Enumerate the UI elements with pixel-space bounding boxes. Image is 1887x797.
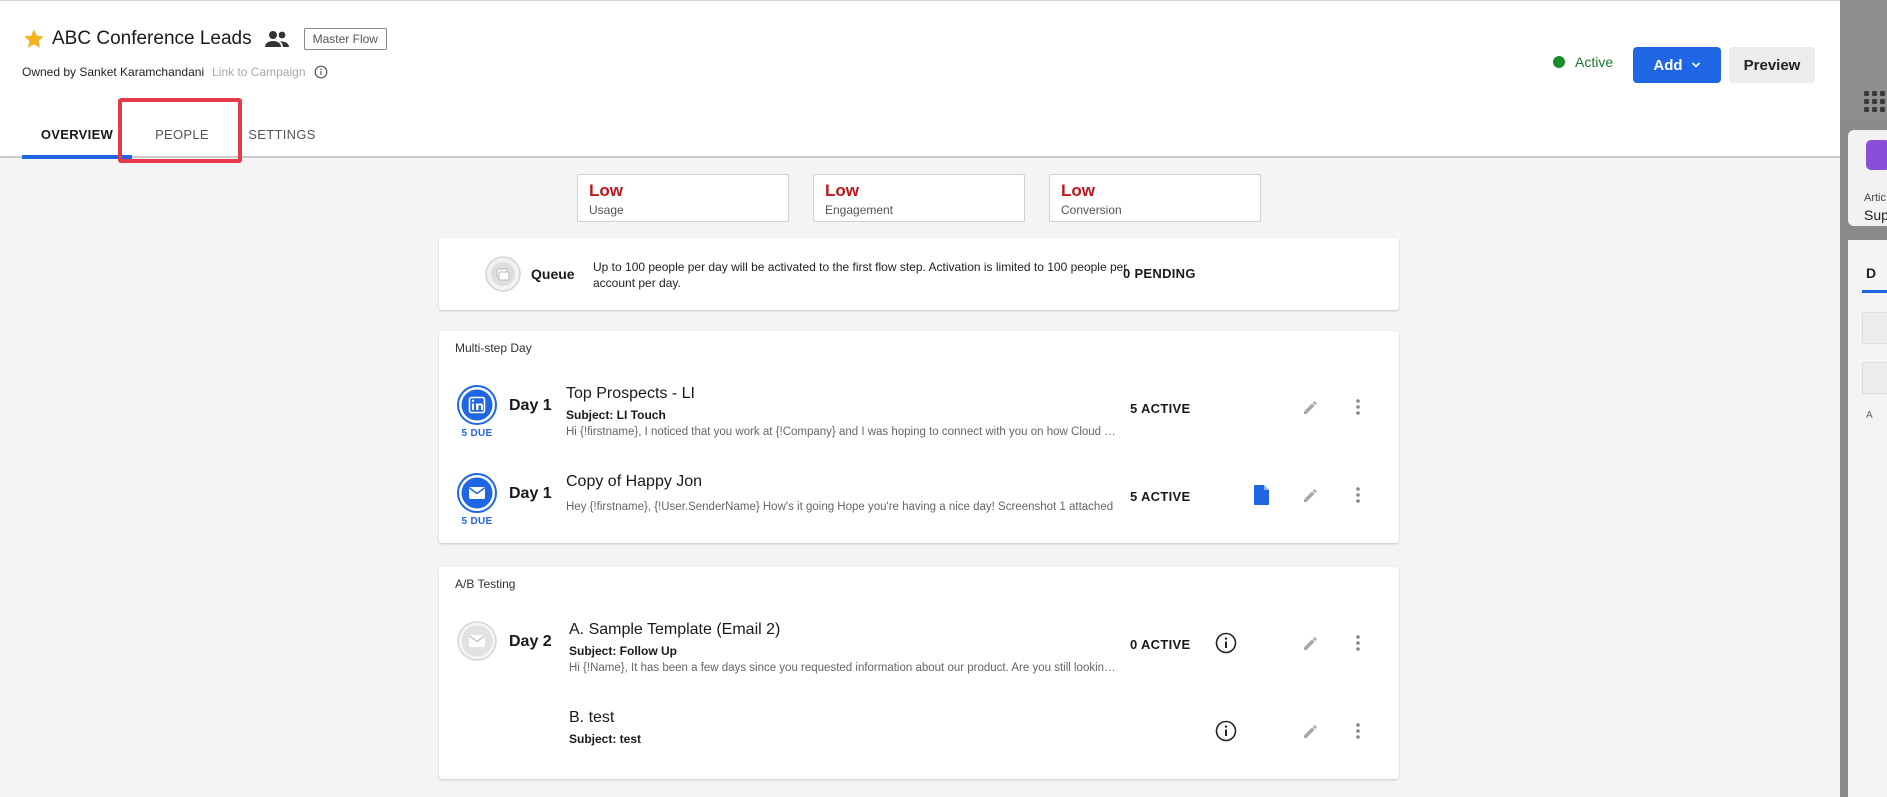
metric-label: Engagement xyxy=(825,203,894,217)
step-title[interactable]: B. test xyxy=(569,709,614,727)
info-icon[interactable] xyxy=(314,65,328,79)
step-preview: Hi {!firstname}, I noticed that you work… xyxy=(566,426,1118,438)
flow-header: ABC Conference Leads Master Flow Owned b… xyxy=(0,0,1840,159)
tab-settings[interactable]: SETTINGS xyxy=(232,119,332,159)
people-icon[interactable] xyxy=(264,29,290,49)
expand-button[interactable] xyxy=(1862,312,1887,344)
add-button[interactable]: Add xyxy=(1633,47,1721,83)
step-title[interactable]: Copy of Happy Jon xyxy=(566,473,702,491)
step-preview: Hey {!firstname}, {!User.SenderName} How… xyxy=(566,501,1114,513)
status-dot xyxy=(1553,56,1565,68)
more-vertical-icon[interactable] xyxy=(1355,485,1361,505)
title-row: ABC Conference Leads Master Flow xyxy=(22,25,387,53)
owner-row: Owned by Sanket Karamchandani Link to Ca… xyxy=(22,65,328,79)
step-subject: Subject: Follow Up xyxy=(569,644,677,658)
queue-title: Queue xyxy=(531,266,575,282)
info-icon[interactable] xyxy=(1215,632,1237,654)
step-day: Day 2 xyxy=(509,633,552,650)
pencil-icon[interactable] xyxy=(1301,721,1321,741)
step-subject: Subject: test xyxy=(569,732,642,746)
metric-engagement: Low Engagement xyxy=(813,174,1025,222)
step-subject: Subject: LI Touch xyxy=(566,408,666,422)
side-panel: Artic Sup D A xyxy=(1840,0,1887,797)
section-label: A/B Testing xyxy=(455,577,516,591)
pencil-icon[interactable] xyxy=(1301,397,1321,417)
preview-button[interactable]: Preview xyxy=(1729,47,1815,83)
document-icon[interactable] xyxy=(1253,484,1271,506)
master-flow-badge: Master Flow xyxy=(303,28,387,50)
people-tab-highlight xyxy=(118,98,242,163)
flow-step[interactable]: 5 DUE Day 1 Copy of Happy Jon Hey {!firs… xyxy=(439,463,1399,551)
flow-step[interactable]: Day 2 A. Sample Template (Email 2) Subje… xyxy=(439,611,1399,699)
info-icon[interactable] xyxy=(1215,720,1237,742)
flow-step[interactable]: B. test Subject: test xyxy=(439,699,1399,787)
step-active-count[interactable]: 5 ACTIVE xyxy=(1130,401,1190,416)
collapse-button[interactable] xyxy=(1862,362,1887,394)
queue-icon xyxy=(485,256,521,292)
step-active-count[interactable]: 0 ACTIVE xyxy=(1130,637,1190,652)
step-day: Day 1 xyxy=(509,485,552,502)
more-vertical-icon[interactable] xyxy=(1355,721,1361,741)
side-panel-tab[interactable]: D xyxy=(1866,265,1876,281)
email-icon xyxy=(457,473,497,513)
metric-level: Low xyxy=(589,181,623,200)
status-indicator: Active xyxy=(1553,54,1613,70)
step-title[interactable]: Top Prospects - LI xyxy=(566,385,695,403)
chevron-down-icon xyxy=(1691,62,1700,68)
queue-pending-count: 0 PENDING xyxy=(1123,266,1196,281)
queue-card: Queue Up to 100 people per day will be a… xyxy=(439,238,1399,310)
queue-description: Up to 100 people per day will be activat… xyxy=(593,260,1128,290)
metric-label: Conversion xyxy=(1061,203,1122,217)
add-button-label: Add xyxy=(1653,56,1683,74)
linkedin-icon xyxy=(457,385,497,425)
owner-text: Owned by Sanket Karamchandani xyxy=(22,65,205,79)
section-label: Multi-step Day xyxy=(455,341,532,355)
app-grid-icon[interactable] xyxy=(1864,90,1887,112)
side-panel-text: Artic xyxy=(1864,192,1886,204)
due-count: 5 DUE xyxy=(461,516,493,527)
flow-app: ABC Conference Leads Master Flow Owned b… xyxy=(0,0,1840,797)
step-preview: Hi {!Name}, It has been a few days since… xyxy=(569,662,1118,674)
step-title[interactable]: A. Sample Template (Email 2) xyxy=(569,621,780,639)
status-label: Active xyxy=(1575,54,1614,70)
flow-title: ABC Conference Leads xyxy=(52,28,252,49)
metric-level: Low xyxy=(825,181,859,200)
pencil-icon[interactable] xyxy=(1301,633,1321,653)
section-ab-testing: A/B Testing Day 2 A. Sample Template (Em… xyxy=(439,567,1399,779)
star-icon[interactable] xyxy=(22,27,46,51)
metric-conversion: Low Conversion xyxy=(1049,174,1261,222)
side-panel-tab-indicator xyxy=(1862,290,1887,293)
pencil-icon[interactable] xyxy=(1301,485,1321,505)
step-day: Day 1 xyxy=(509,397,552,414)
article-icon xyxy=(1866,140,1887,170)
metric-usage: Low Usage xyxy=(577,174,789,222)
more-vertical-icon[interactable] xyxy=(1355,633,1361,653)
metric-level: Low xyxy=(1061,181,1095,200)
step-active-count[interactable]: 5 ACTIVE xyxy=(1130,489,1190,504)
due-count: 5 DUE xyxy=(461,428,493,439)
metric-label: Usage xyxy=(589,203,624,217)
tab-overview[interactable]: OVERVIEW xyxy=(22,119,132,159)
email-disabled-icon xyxy=(457,621,497,661)
flow-step[interactable]: 5 DUE Day 1 Top Prospects - LI Subject: … xyxy=(439,375,1399,463)
more-vertical-icon[interactable] xyxy=(1355,397,1361,417)
side-panel-text: Sup xyxy=(1864,207,1887,223)
section-multi-step-day: Multi-step Day 5 DUE Day 1 Top Prospects… xyxy=(439,331,1399,543)
side-panel-text: A xyxy=(1866,410,1873,421)
link-to-campaign[interactable]: Link to Campaign xyxy=(212,65,305,79)
